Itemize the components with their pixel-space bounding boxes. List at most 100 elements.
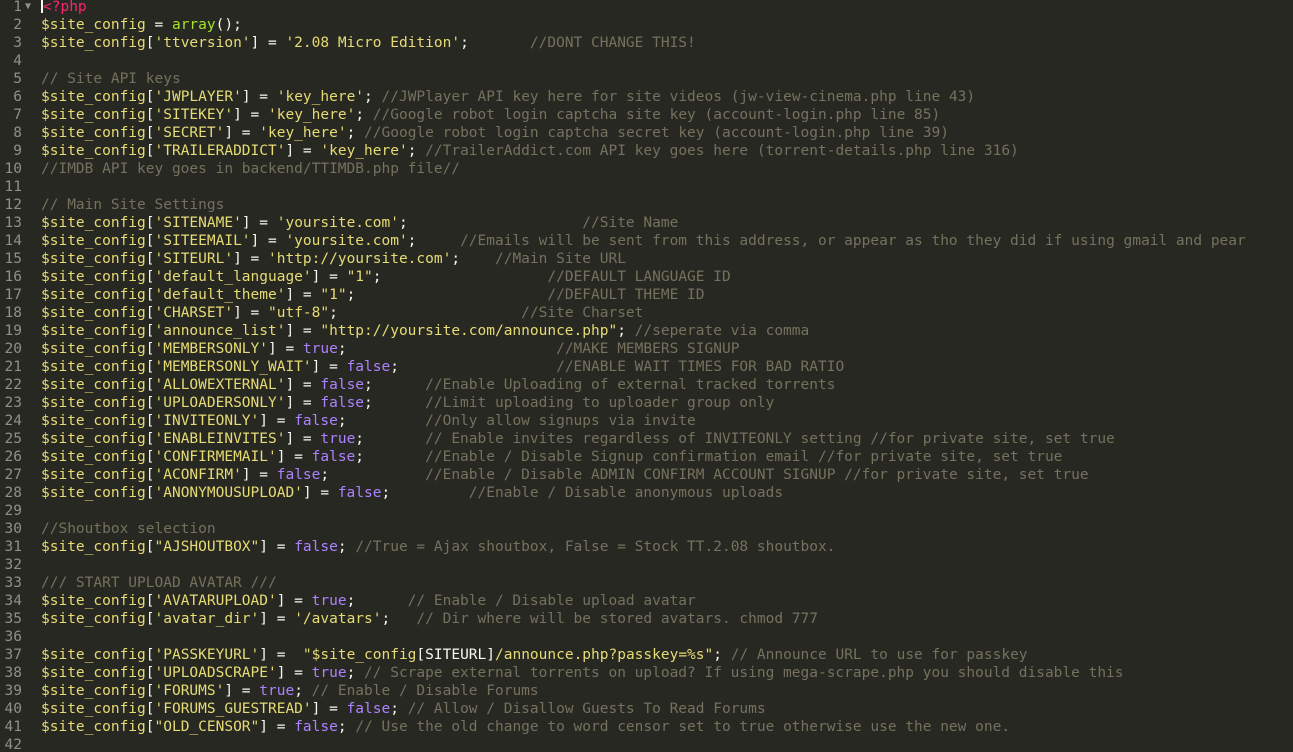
code-line[interactable]: 17 $site_config['default_theme'] = "1"; /… (0, 286, 1293, 304)
code-content: $site_config['INVITEONLY'] = false; //On… (41, 412, 696, 430)
code-line[interactable]: 28 $site_config['ANONYMOUSUPLOAD'] = fals… (0, 484, 1293, 502)
variable: $site_config (41, 35, 146, 51)
string-literal: 'AVATARUPLOAD' (154, 593, 277, 609)
code-line[interactable]: 29 (0, 502, 1293, 520)
variable: $site_config (41, 269, 146, 285)
code-line[interactable]: 39 $site_config['FORUMS'] = true; // Enab… (0, 682, 1293, 700)
code-line[interactable]: 42 (0, 736, 1293, 752)
code-text: ; (364, 395, 426, 411)
code-line[interactable]: 12 // Main Site Settings (0, 196, 1293, 214)
code-line[interactable]: 11 (0, 178, 1293, 196)
code-text: [ (145, 107, 155, 123)
string-literal: 'default_language' (154, 269, 312, 285)
string-literal: "1" (320, 287, 347, 303)
code-text: [ (145, 215, 155, 231)
comment: // Enable / Disable Forums (311, 683, 539, 699)
code-text: ] = (250, 233, 286, 249)
line-number: 7 (13, 107, 22, 123)
code-line[interactable]: 1 ▼ <?php (0, 0, 1293, 16)
code-line[interactable]: 15 $site_config['SITEURL'] = 'http://your… (0, 250, 1293, 268)
code-line[interactable]: 41 $site_config["OLD_CENSOR"] = false; //… (0, 718, 1293, 736)
code-line[interactable]: 37 $site_config['PASSKEYURL'] = "$site_co… (0, 646, 1293, 664)
code-content: $site_config['SITEURL'] = 'http://yoursi… (41, 250, 626, 268)
code-line[interactable]: 30 //Shoutbox selection (0, 520, 1293, 538)
code-line[interactable]: 9 $site_config['TRAILERADDICT'] = 'key_he… (0, 142, 1293, 160)
string-literal: 'UPLOADSCRAPE' (154, 665, 277, 681)
comment: //DEFAULT LANGUAGE ID (547, 269, 731, 285)
string-literal: 'default_theme' (154, 287, 286, 303)
code-line[interactable]: 34 $site_config['AVATARUPLOAD'] = true; /… (0, 592, 1293, 610)
comment: //seperate via comma (634, 323, 810, 339)
line-number: 29 (4, 503, 22, 519)
code-text: ; (407, 233, 461, 249)
string-literal: 'key_here' (276, 89, 365, 105)
code-line[interactable]: 13 $site_config['SITENAME'] = 'yoursite.c… (0, 214, 1293, 232)
code-text: ] = (241, 215, 277, 231)
code-line[interactable]: 4 (0, 52, 1293, 70)
code-content: $site_config['default_theme'] = "1"; //D… (41, 286, 705, 304)
code-line[interactable]: 38 $site_config['UPLOADSCRAPE'] = true; /… (0, 664, 1293, 682)
boolean-constant: false (294, 719, 338, 735)
code-line[interactable]: 20 $site_config['MEMBERSONLY'] = true; //… (0, 340, 1293, 358)
comment: //Main Site URL (494, 251, 626, 267)
code-content: //Shoutbox selection (41, 520, 216, 538)
code-line[interactable]: 10 //IMDB API key goes in backend/TTIMDB.… (0, 160, 1293, 178)
code-line[interactable]: 8 $site_config['SECRET'] = 'key_here'; //… (0, 124, 1293, 142)
line-number: 37 (4, 647, 22, 663)
code-text: ; (398, 215, 583, 231)
code-text: ; (364, 377, 426, 393)
code-line[interactable]: 6 $site_config['JWPLAYER'] = 'key_here'; … (0, 88, 1293, 106)
code-line[interactable]: 2 $site_config = array(); (0, 16, 1293, 34)
boolean-constant: false (346, 701, 391, 717)
code-text: [ (145, 593, 155, 609)
fold-arrow-icon[interactable]: ▼ (25, 0, 31, 16)
code-line[interactable]: 21 $site_config['MEMBERSONLY_WAIT'] = fal… (0, 358, 1293, 376)
variable: $site_config (41, 107, 146, 123)
code-text: ] = (311, 269, 347, 285)
code-line[interactable]: 22 $site_config['ALLOWEXTERNAL'] = false;… (0, 376, 1293, 394)
line-number: 1 (13, 0, 22, 15)
comment: //JWPlayer API key here for site videos … (381, 89, 976, 105)
line-number: 12 (4, 197, 22, 213)
line-number: 42 (4, 737, 22, 752)
code-line[interactable]: 19 $site_config['announce_list'] = "http:… (0, 322, 1293, 340)
code-line[interactable]: 35 $site_config['avatar_dir'] = '/avatars… (0, 610, 1293, 628)
code-content: // Site API keys (41, 70, 181, 88)
code-text: [ (145, 125, 155, 141)
code-text: [ (145, 143, 155, 159)
code-line[interactable]: 26 $site_config['CONFIRMEMAIL'] = false; … (0, 448, 1293, 466)
code-text: ; (451, 251, 495, 267)
code-content: $site_config['avatar_dir'] = '/avatars';… (41, 610, 818, 628)
code-line[interactable]: 27 $site_config['ACONFIRM'] = false; //En… (0, 466, 1293, 484)
code-line[interactable]: 25 $site_config['ENABLEINVITES'] = true; … (0, 430, 1293, 448)
code-text: ] = (224, 125, 260, 141)
code-line[interactable]: 5 // Site API keys (0, 70, 1293, 88)
code-text: [ (145, 359, 155, 375)
variable: $site_config (41, 17, 146, 33)
code-text: ; (407, 143, 426, 159)
line-number: 9 (13, 143, 22, 159)
code-content: $site_config['AVATARUPLOAD'] = true; // … (41, 592, 696, 610)
code-text: [ (145, 35, 155, 51)
code-line[interactable]: 24 $site_config['INVITEONLY'] = false; //… (0, 412, 1293, 430)
code-line[interactable]: 32 (0, 556, 1293, 574)
code-line[interactable]: 40 $site_config['FORUMS_GUESTREAD'] = fal… (0, 700, 1293, 718)
code-text: ; (337, 341, 557, 357)
code-line[interactable]: 23 $site_config['UPLOADERSONLY'] = false;… (0, 394, 1293, 412)
code-line[interactable]: 18 $site_config['CHARSET'] = "utf-8"; //S… (0, 304, 1293, 322)
code-line[interactable]: 33 /// START UPLOAD AVATAR /// (0, 574, 1293, 592)
code-text: = (145, 17, 172, 33)
comment: // Announce URL to use for passkey (730, 647, 1028, 663)
code-editor[interactable]: 1 ▼ <?php 2 $site_config = array(); 3 $site_co… (0, 0, 1293, 752)
comment: //True = Ajax shoutbox, False = Stock TT… (355, 539, 836, 555)
line-number: 34 (4, 593, 22, 609)
code-line[interactable]: 14 $site_config['SITEEMAIL'] = 'yoursite.… (0, 232, 1293, 250)
code-line[interactable]: 7 $site_config['SITEKEY'] = 'key_here'; /… (0, 106, 1293, 124)
string-literal: 'SITEEMAIL' (154, 233, 251, 249)
code-line[interactable]: 3 $site_config['ttversion'] = '2.08 Micro… (0, 34, 1293, 52)
code-line[interactable]: 36 (0, 628, 1293, 646)
code-text: [ (145, 323, 155, 339)
variable: $site_config (41, 305, 146, 321)
code-line[interactable]: 16 $site_config['default_language'] = "1"… (0, 268, 1293, 286)
code-line[interactable]: 31 $site_config["AJSHOUTBOX"] = false; //… (0, 538, 1293, 556)
